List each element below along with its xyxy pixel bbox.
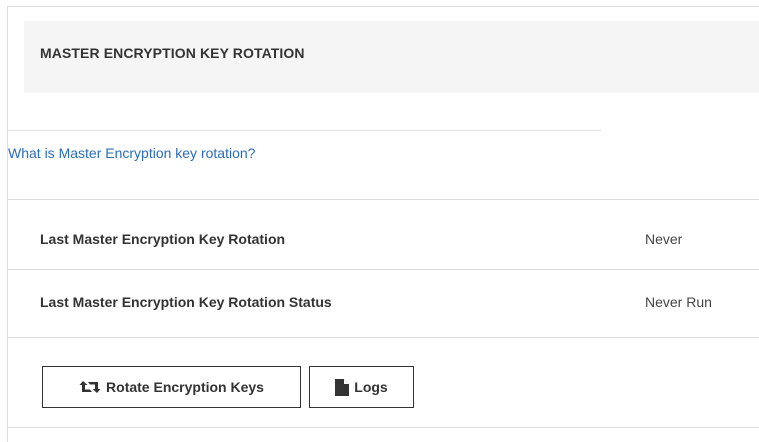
retweet-icon [79,380,101,394]
logs-button-label: Logs [354,379,388,395]
divider [8,269,759,270]
divider [8,199,759,200]
divider [8,427,759,428]
rotate-encryption-keys-button[interactable]: Rotate Encryption Keys [42,366,301,408]
file-icon [335,378,350,396]
row-label: Last Master Encryption Key Rotation Stat… [40,294,332,310]
divider [8,130,601,131]
row-label: Last Master Encryption Key Rotation [40,231,286,247]
divider [8,337,759,338]
row-value: Never Run [645,294,712,310]
row-value: Never [645,231,683,247]
help-link[interactable]: What is Master Encryption key rotation? [8,145,255,161]
logs-button[interactable]: Logs [309,366,414,408]
key-rotation-panel: MASTER ENCRYPTION KEY ROTATION What is M… [7,6,759,442]
panel-header: MASTER ENCRYPTION KEY ROTATION [24,21,759,93]
panel-title: MASTER ENCRYPTION KEY ROTATION [40,45,305,61]
rotate-button-label: Rotate Encryption Keys [106,379,264,395]
